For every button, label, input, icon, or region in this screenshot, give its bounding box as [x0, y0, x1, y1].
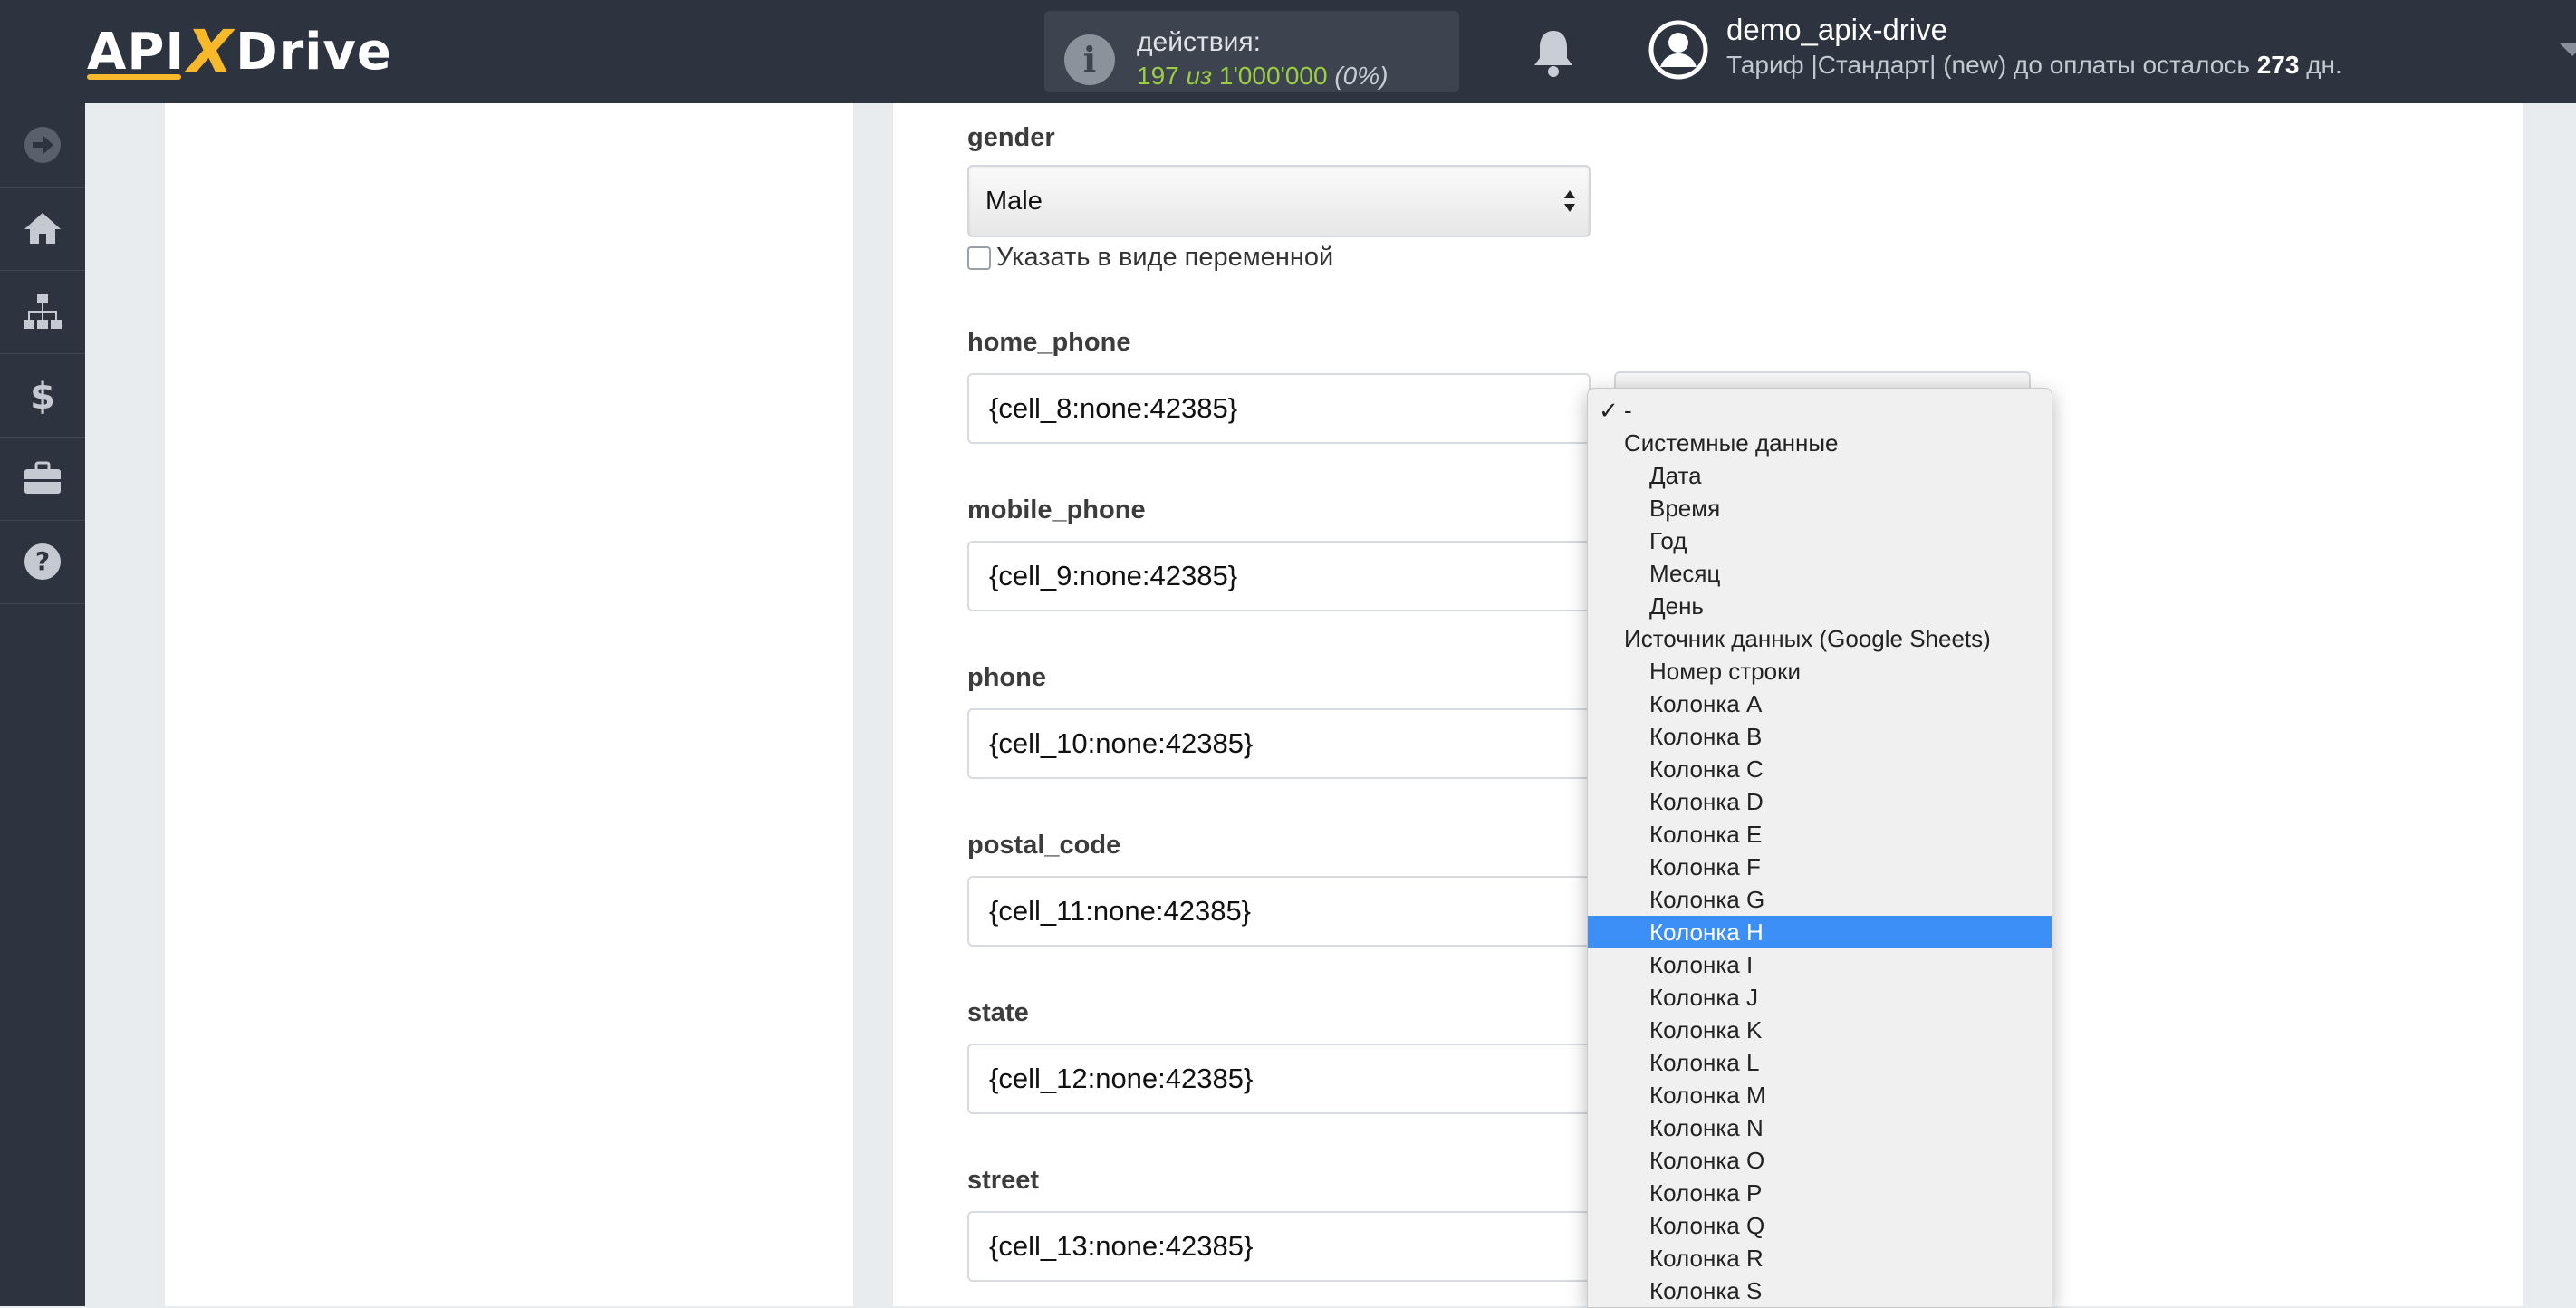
svg-text:?: ?: [35, 546, 50, 576]
phone-input[interactable]: {cell_10:none:42385}: [967, 708, 1591, 779]
sidebar-item-connections[interactable]: [0, 270, 85, 354]
dropdown-group-header: Системные данные: [1624, 429, 1839, 457]
dropdown-option[interactable]: Колонка P: [1588, 1177, 2052, 1209]
state-input[interactable]: {cell_12:none:42385}: [967, 1044, 1591, 1114]
field-label: postal_code: [967, 831, 1121, 860]
checkmark-icon: ✓: [1599, 397, 1619, 424]
dropdown-option[interactable]: Колонка C: [1588, 753, 2052, 785]
dropdown-option[interactable]: ✓ -: [1588, 394, 2052, 427]
dropdown-option[interactable]: День: [1588, 590, 2052, 622]
logo-text-drive: Drive: [235, 22, 392, 82]
as-variable-row[interactable]: Указать в виде переменной: [967, 243, 1333, 273]
mobile-phone-input[interactable]: {cell_9:none:42385}: [967, 541, 1591, 611]
dropdown-option[interactable]: Колонка O: [1588, 1144, 2052, 1177]
logo-underline: [87, 74, 181, 80]
variable-dropdown-list: ✓ - Системные данные Дата Время Год Меся…: [1587, 388, 2052, 1308]
dropdown-group-header: Источник данных (Google Sheets): [1624, 625, 1991, 652]
actions-count: 197 из 1'000'000 (0%): [1137, 62, 1388, 91]
dropdown-option[interactable]: Дата: [1588, 459, 2052, 492]
logo-text-x: X: [187, 16, 235, 87]
dropdown-option[interactable]: Номер строки: [1588, 655, 2052, 688]
dropdown-option[interactable]: Колонка R: [1588, 1242, 2052, 1274]
field-label: phone: [967, 663, 1046, 692]
as-variable-checkbox[interactable]: [967, 245, 991, 270]
field-label: street: [967, 1166, 1039, 1195]
dropdown-option[interactable]: Колонка B: [1588, 720, 2052, 753]
sidebar: $ ?: [0, 103, 85, 1306]
dropdown-option[interactable]: Колонка D: [1588, 785, 2052, 818]
street-input[interactable]: {cell_13:none:42385}: [967, 1211, 1591, 1282]
info-icon: i: [1064, 34, 1115, 85]
dropdown-option[interactable]: Колонка F: [1588, 851, 2052, 883]
bell-icon[interactable]: [1531, 27, 1576, 78]
actions-used: 197: [1137, 62, 1179, 90]
actions-of: из: [1186, 62, 1213, 90]
actions-total: 1'000'000: [1218, 62, 1328, 90]
dropdown-option[interactable]: Месяц: [1588, 557, 2052, 590]
gender-select[interactable]: Male: [967, 165, 1591, 237]
dropdown-option[interactable]: Колонка L: [1588, 1046, 2052, 1079]
dropdown-option[interactable]: Колонка Q: [1588, 1209, 2052, 1242]
briefcase-icon: [24, 461, 61, 494]
dollar-icon: $: [30, 376, 55, 416]
dropdown-option[interactable]: Время: [1588, 492, 2052, 524]
sidebar-item-home[interactable]: [0, 187, 85, 271]
help-icon: ?: [24, 543, 61, 580]
actions-counter: i действия: 197 из 1'000'000 (0%): [1044, 11, 1459, 92]
sidebar-item-services[interactable]: [0, 437, 85, 521]
home-icon: [24, 213, 61, 244]
dropdown-option[interactable]: Колонка N: [1588, 1111, 2052, 1144]
plan-info: Тариф |Стандарт| (new) до оплаты осталос…: [1726, 51, 2342, 80]
postal-code-input[interactable]: {cell_11:none:42385}: [967, 876, 1591, 947]
dropdown-option[interactable]: Колонка K: [1588, 1014, 2052, 1046]
left-panel: [165, 103, 853, 1306]
user-avatar-icon[interactable]: [1648, 20, 1708, 80]
top-bar: API X Drive i действия: 197 из 1'000'000 (…: [0, 0, 2576, 103]
dropdown-option[interactable]: Колонка S: [1588, 1274, 2052, 1307]
dropdown-option[interactable]: Колонка J: [1588, 981, 2052, 1014]
gender-select-value: Male: [985, 187, 1043, 216]
dropdown-option[interactable]: Колонка A: [1588, 688, 2052, 720]
gender-label: gender: [967, 123, 1055, 152]
sitemap-icon: [24, 294, 62, 329]
actions-percent: (0%): [1334, 62, 1389, 90]
dropdown-option[interactable]: Год: [1588, 524, 2052, 557]
user-name[interactable]: demo_apix-drive: [1726, 13, 1947, 47]
dropdown-option[interactable]: Колонка M: [1588, 1079, 2052, 1111]
as-variable-label: Указать в виде переменной: [996, 243, 1334, 272]
plan-days: 273: [2256, 51, 2300, 79]
field-label: state: [967, 998, 1029, 1027]
arrow-right-circle-icon: [24, 127, 61, 163]
sidebar-item-expand[interactable]: [0, 103, 85, 188]
home-phone-input[interactable]: {cell_8:none:42385}: [967, 373, 1591, 444]
sidebar-item-billing[interactable]: $: [0, 353, 85, 438]
field-label: mobile_phone: [967, 495, 1146, 524]
dropdown-option[interactable]: Колонка G: [1588, 883, 2052, 916]
actions-label: действия:: [1137, 27, 1261, 57]
sidebar-item-help[interactable]: ?: [0, 520, 85, 604]
dropdown-option[interactable]: Колонка I: [1588, 948, 2052, 981]
plan-text: Тариф |Стандарт| (new) до оплаты осталос…: [1726, 51, 2250, 79]
dropdown-option-highlighted[interactable]: Колонка H: [1588, 916, 2052, 948]
select-arrows-icon: [1564, 190, 1575, 212]
svg-text:$: $: [30, 376, 55, 416]
dropdown-option[interactable]: Колонка E: [1588, 818, 2052, 851]
menu-chevron-down-icon[interactable]: [2560, 43, 2576, 56]
field-label: home_phone: [967, 328, 1131, 357]
logo-text-api: API: [87, 22, 186, 82]
dropdown-option-label: -: [1624, 397, 1632, 424]
plan-days-suffix: дн.: [2306, 51, 2342, 79]
